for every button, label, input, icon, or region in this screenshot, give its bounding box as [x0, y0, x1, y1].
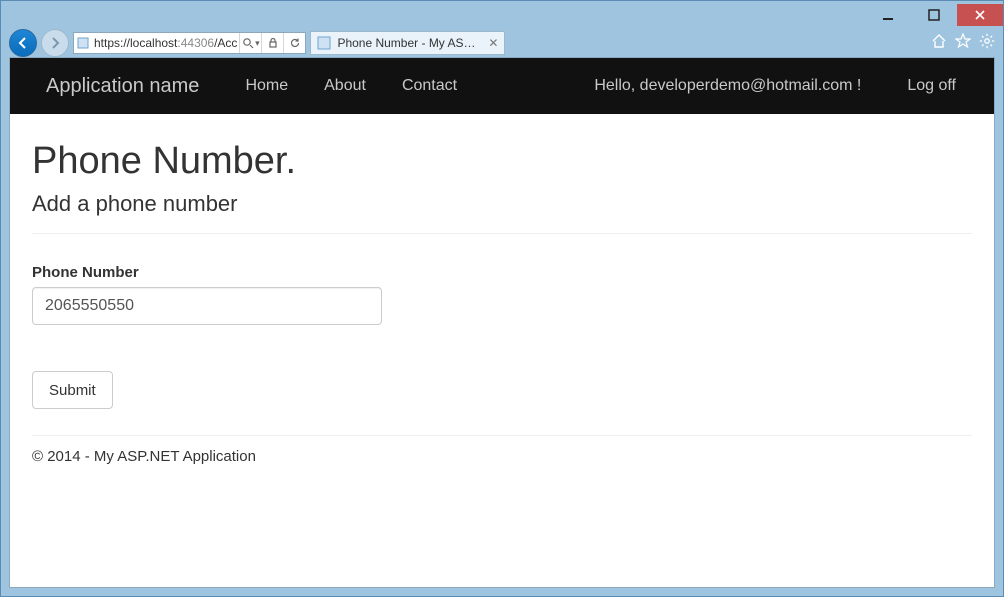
browser-window: https://localhost:44306/Acc ▾ Phone Numb…: [0, 0, 1004, 597]
url-path: /Acc: [214, 36, 237, 50]
phone-label: Phone Number: [32, 264, 972, 281]
forward-button[interactable]: [41, 29, 69, 57]
nav-home[interactable]: Home: [245, 77, 288, 95]
favorites-star-icon[interactable]: [955, 33, 971, 54]
submit-button[interactable]: Submit: [32, 371, 113, 409]
home-icon[interactable]: [931, 33, 947, 54]
browser-tab[interactable]: Phone Number - My ASP.N... ✕: [310, 31, 505, 55]
tab-close-icon[interactable]: ✕: [488, 36, 498, 50]
tab-favicon-icon: [317, 36, 331, 50]
page-viewport: Application name Home About Contact Hell…: [9, 57, 995, 588]
refresh-icon[interactable]: [283, 33, 305, 53]
nav-brand[interactable]: Application name: [46, 75, 199, 98]
address-text[interactable]: https://localhost:44306/Acc: [92, 33, 239, 53]
address-bar[interactable]: https://localhost:44306/Acc ▾: [73, 32, 306, 54]
footer-divider: [32, 435, 972, 436]
maximize-button[interactable]: [911, 4, 957, 26]
nav-hello-user[interactable]: Hello, developerdemo@hotmail.com !: [594, 77, 861, 95]
lock-icon[interactable]: [261, 33, 283, 53]
page-title: Phone Number.: [32, 140, 972, 183]
address-actions: ▾: [239, 33, 305, 53]
nav-logoff[interactable]: Log off: [907, 77, 956, 95]
close-button[interactable]: [957, 4, 1003, 26]
phone-input[interactable]: [32, 287, 382, 325]
page-favicon-icon: [74, 37, 92, 49]
toolbar-right-icons: [931, 33, 995, 54]
tab-title: Phone Number - My ASP.N...: [337, 36, 478, 50]
site-navbar: Application name Home About Contact Hell…: [10, 58, 994, 114]
search-icon[interactable]: ▾: [239, 33, 261, 53]
nav-about[interactable]: About: [324, 77, 366, 95]
footer-text: © 2014 - My ASP.NET Application: [32, 448, 972, 465]
minimize-button[interactable]: [865, 4, 911, 26]
browser-toolbar: https://localhost:44306/Acc ▾ Phone Numb…: [1, 29, 1003, 57]
back-button[interactable]: [9, 29, 37, 57]
url-host: https://localhost: [94, 36, 177, 50]
page-content: Phone Number. Add a phone number Phone N…: [10, 114, 994, 483]
page-subtitle: Add a phone number: [32, 191, 972, 217]
nav-contact[interactable]: Contact: [402, 77, 457, 95]
settings-gear-icon[interactable]: [979, 33, 995, 54]
titlebar: [1, 1, 1003, 29]
divider: [32, 233, 972, 234]
url-port: :44306: [177, 36, 214, 50]
